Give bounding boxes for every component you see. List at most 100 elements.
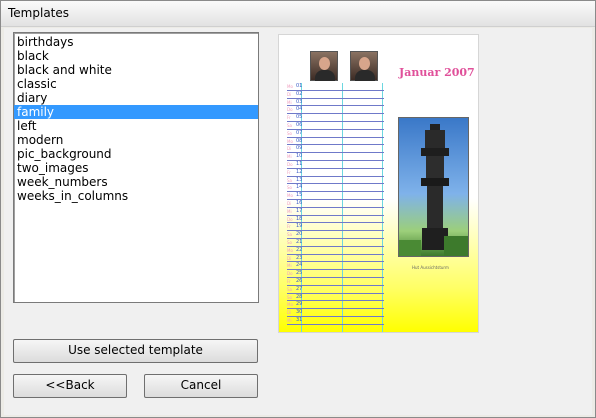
preview-day-row: Mo 22 <box>287 247 384 255</box>
preview-day-row: Do 18 <box>287 216 384 224</box>
preview-day-number: 10 <box>296 153 303 160</box>
preview-portrait-photo-2 <box>350 51 378 81</box>
template-item-pic-background[interactable]: pic_background <box>14 147 258 161</box>
preview-day-row: Sa 20 <box>287 231 384 239</box>
preview-weekday: Di <box>287 255 292 261</box>
preview-weekday: Di <box>287 146 292 152</box>
template-preview: Januar 2007 Mo 01 Di 02 Mi 03 Do 04 Fr 05 Sa 06 So 07… <box>278 34 479 333</box>
preview-day-number: 11 <box>296 160 303 167</box>
preview-tower-photo <box>398 117 469 257</box>
preview-day-row: So 14 <box>287 184 384 193</box>
preview-weekday: So <box>287 130 292 136</box>
preview-day-number: 17 <box>296 207 303 214</box>
title-bar[interactable]: Templates <box>1 1 595 27</box>
preview-day-number: 24 <box>296 262 303 269</box>
preview-weekday: Mi <box>287 99 292 105</box>
preview-day-row: Mi 10 <box>287 153 384 161</box>
preview-day-row: Fr 19 <box>287 223 384 232</box>
preview-day-row: Mo 08 <box>287 138 384 146</box>
preview-day-row: Sa 27 <box>287 286 384 294</box>
preview-day-row: Mi 31 <box>287 317 384 325</box>
preview-day-row: Mo 29 <box>287 301 384 310</box>
preview-day-number: 01 <box>296 83 303 89</box>
preview-weekday: Fr <box>287 115 291 121</box>
templates-list: birthdays black black and white classic diar… <box>14 33 258 203</box>
use-selected-template-button[interactable]: Use selected template <box>13 339 258 363</box>
preview-day-number: 07 <box>296 129 303 136</box>
preview-weekday: Fr <box>287 224 291 230</box>
preview-portrait-photo-1 <box>310 51 338 81</box>
preview-day-number: 18 <box>296 215 303 222</box>
preview-day-row: Do 04 <box>287 106 384 115</box>
preview-day-row: Sa 13 <box>287 177 384 185</box>
template-item-black[interactable]: black <box>14 49 258 63</box>
preview-day-row: So 07 <box>287 130 384 138</box>
preview-day-number: 25 <box>296 270 303 277</box>
dialog-client-area: birthdays black black and white classic diar… <box>4 28 592 415</box>
preview-day-number: 02 <box>296 90 303 97</box>
preview-day-row: Do 25 <box>287 270 384 278</box>
preview-calendar-days: Mo 01 Di 02 Mi 03 Do 04 Fr 05 Sa 06 So 07 Mo 08 Di 09 Mi 10… <box>287 83 384 325</box>
template-item-modern[interactable]: modern <box>14 133 258 147</box>
preview-day-row: Mi 24 <box>287 262 384 271</box>
preview-weekday: Do <box>287 107 293 113</box>
preview-day-row: Fr 05 <box>287 114 384 122</box>
preview-day-row: Fr 12 <box>287 169 384 177</box>
preview-day-row: Di 02 <box>287 91 384 99</box>
preview-weekday: Mo <box>287 193 293 199</box>
templates-listbox[interactable]: birthdays black black and white classic diar… <box>13 32 259 303</box>
preview-day-row: Mi 17 <box>287 208 384 216</box>
template-item-family[interactable]: family <box>14 105 258 119</box>
preview-day-number: 15 <box>296 192 303 199</box>
template-item-classic[interactable]: classic <box>14 77 258 91</box>
preview-day-row: Mo 01 <box>287 83 384 91</box>
templates-dialog: Templates birthdays black black and white c… <box>0 0 596 418</box>
template-item-diary[interactable]: diary <box>14 91 258 105</box>
preview-weekday: Mo <box>287 138 293 144</box>
preview-weekday: Do <box>287 216 293 222</box>
back-button[interactable]: <<Back <box>13 374 127 398</box>
preview-month-title: Januar 2007 <box>399 66 475 79</box>
preview-weekday: Sa <box>287 232 292 238</box>
preview-weekday: So <box>287 185 292 191</box>
preview-weekday: Fr <box>287 278 291 284</box>
template-item-black-and-white[interactable]: black and white <box>14 63 258 77</box>
preview-weekday: Mi <box>287 317 292 323</box>
preview-day-row: Di 16 <box>287 200 384 208</box>
preview-weekday: Mi <box>287 154 292 160</box>
preview-day-number: 22 <box>296 246 303 253</box>
preview-weekday: So <box>287 294 292 300</box>
template-item-two-images[interactable]: two_images <box>14 161 258 175</box>
preview-photo-caption: Hut Aussichtsturm <box>412 265 449 270</box>
preview-day-number: 12 <box>296 168 303 175</box>
template-item-weeks-in-columns[interactable]: weeks_in_columns <box>14 189 258 203</box>
preview-weekday: Fr <box>287 169 291 175</box>
preview-day-row: Mo 15 <box>287 192 384 200</box>
window-title: Templates <box>8 6 70 20</box>
preview-day-number: 06 <box>296 121 303 128</box>
preview-day-number: 09 <box>296 145 303 152</box>
preview-weekday: Mo <box>287 302 293 308</box>
preview-day-number: 16 <box>296 199 303 206</box>
preview-weekday: So <box>287 239 292 245</box>
cancel-button[interactable]: Cancel <box>144 374 258 398</box>
preview-day-number: 20 <box>296 231 303 238</box>
preview-day-number: 29 <box>296 301 303 308</box>
preview-weekday: Mi <box>287 208 292 214</box>
preview-day-number: 28 <box>296 293 303 300</box>
preview-day-row: Sa 06 <box>287 122 384 130</box>
preview-day-row: Mi 03 <box>287 99 384 107</box>
preview-day-number: 21 <box>296 238 303 245</box>
template-item-birthdays[interactable]: birthdays <box>14 35 258 49</box>
preview-day-row: Fr 26 <box>287 278 384 286</box>
preview-weekday: Do <box>287 271 293 277</box>
preview-day-row: So 28 <box>287 294 384 302</box>
template-item-left[interactable]: left <box>14 119 258 133</box>
preview-day-number: 30 <box>296 309 303 316</box>
template-item-week-numbers[interactable]: week_numbers <box>14 175 258 189</box>
preview-day-number: 04 <box>296 106 303 113</box>
preview-day-row: Di 09 <box>287 145 384 154</box>
preview-day-row: Do 11 <box>287 161 384 169</box>
preview-day-number: 03 <box>296 98 303 105</box>
preview-day-number: 05 <box>296 114 303 121</box>
